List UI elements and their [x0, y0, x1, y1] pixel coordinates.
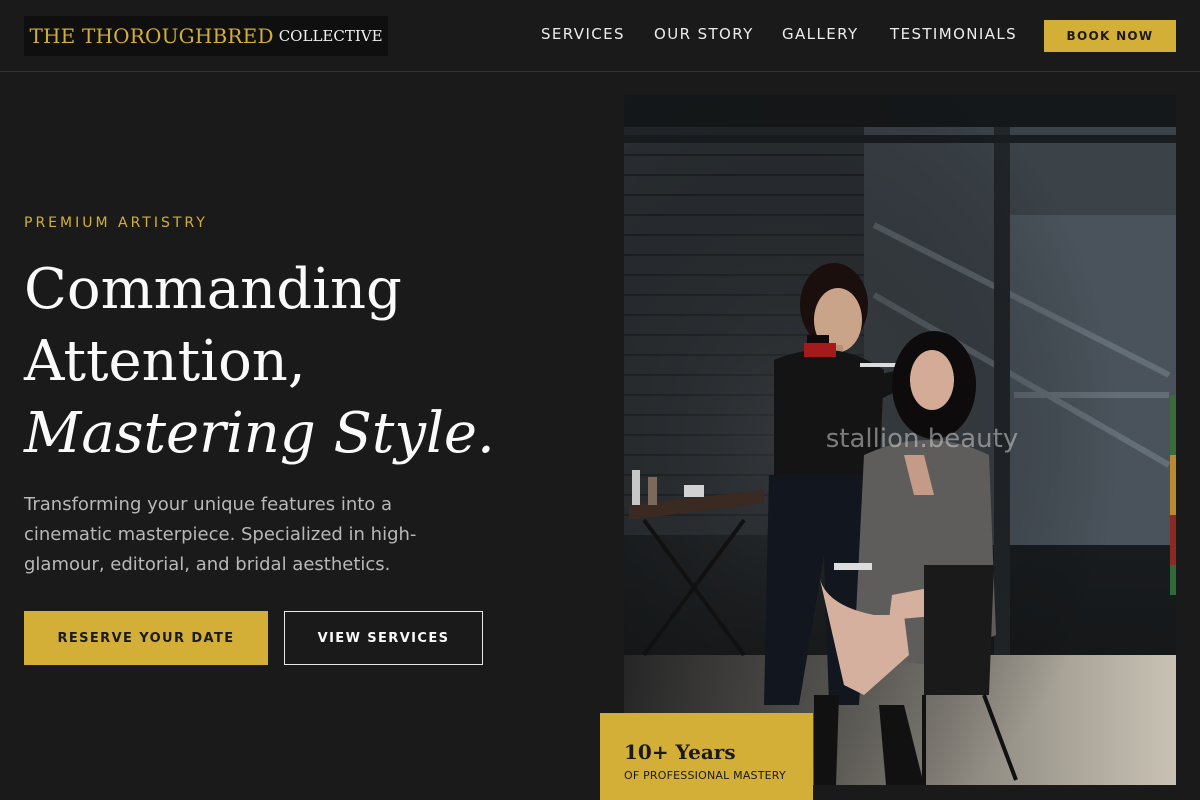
hero-eyebrow: PREMIUM ARTISTRY: [24, 215, 208, 231]
badge-subtitle: OF PROFESSIONAL MASTERY: [624, 769, 786, 782]
site-header: THE THOROUGHBRED COLLECTIVE SERVICES OUR…: [0, 0, 1200, 72]
book-now-button[interactable]: BOOK NOW: [1044, 20, 1176, 52]
makeup-artist-photo: stallion.beauty: [624, 95, 1176, 785]
hero-description: Transforming your unique features into a…: [24, 494, 417, 575]
hero-photo: stallion.beauty: [624, 95, 1176, 785]
nav-our-story[interactable]: OUR STORY: [654, 25, 754, 43]
reserve-date-button[interactable]: RESERVE YOUR DATE: [24, 611, 268, 665]
experience-badge: 10+ Years OF PROFESSIONAL MASTERY: [600, 713, 813, 800]
brand-logo[interactable]: THE THOROUGHBRED COLLECTIVE: [24, 16, 388, 56]
logo-sub-text: COLLECTIVE: [278, 27, 383, 45]
watermark-text: stallion.beauty: [826, 424, 1019, 454]
headline-line-3: Mastering Style.: [24, 401, 495, 466]
nav-gallery[interactable]: GALLERY: [782, 25, 859, 43]
view-services-button[interactable]: VIEW SERVICES: [284, 611, 483, 665]
nav-services[interactable]: SERVICES: [541, 25, 625, 43]
hero-headline: Commanding Attention, Mastering Style.: [24, 254, 495, 470]
headline-line-2: Attention,: [24, 329, 306, 394]
nav-testimonials[interactable]: TESTIMONIALS: [890, 25, 1017, 43]
headline-line-1: Commanding: [24, 257, 402, 322]
logo-main-text: THE THOROUGHBRED: [29, 24, 274, 48]
badge-title: 10+ Years: [624, 740, 736, 764]
